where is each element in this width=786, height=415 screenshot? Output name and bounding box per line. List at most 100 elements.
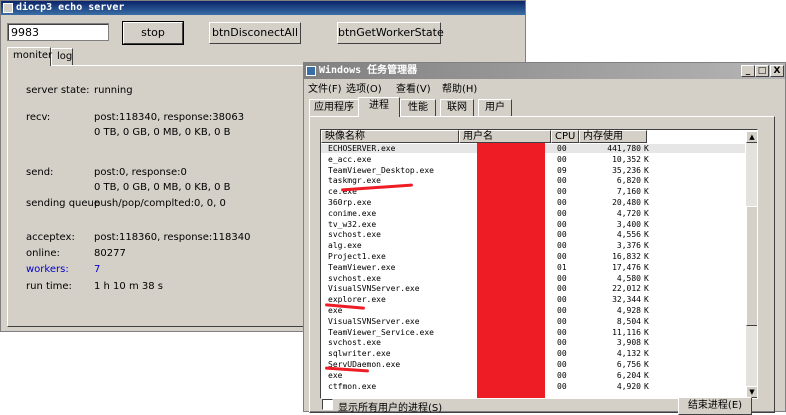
tab-networking[interactable]: 联网	[440, 99, 474, 116]
process-memory-unit: K	[644, 165, 649, 175]
menu-help[interactable]: 帮助(H)	[442, 80, 477, 95]
recv-label: recv:	[26, 112, 51, 123]
process-name: VisualSVNServer.exe	[328, 284, 420, 294]
process-memory-unit: K	[644, 230, 649, 240]
app-icon	[3, 3, 13, 13]
process-name: svchost.exe	[328, 230, 381, 240]
sending-queue-value: push/pop/complted:0, 0, 0	[94, 198, 226, 209]
tab-moniter[interactable]: moniter	[7, 47, 52, 66]
process-name: TeamViewer.exe	[328, 262, 396, 272]
process-memory-unit: K	[644, 262, 649, 272]
process-name: alg.exe	[328, 241, 362, 251]
process-memory: 4,580	[616, 273, 641, 283]
send-bytes: 0 TB, 0 GB, 0 MB, 0 KB, 0 B	[94, 182, 231, 193]
scroll-up-icon[interactable]: ▲	[746, 131, 757, 143]
process-name: exe	[328, 370, 343, 380]
process-memory-unit: K	[644, 338, 649, 348]
port-input[interactable]	[7, 23, 109, 41]
process-name: sqlwriter.exe	[328, 349, 391, 359]
process-cpu: 00	[557, 208, 567, 218]
process-memory: 3,376	[616, 241, 641, 251]
tab-log[interactable]: log	[51, 48, 73, 65]
process-memory: 17,476	[612, 262, 641, 272]
process-memory: 35,236	[612, 165, 641, 175]
process-list[interactable]: 映像名称 用户名 CPU 内存使用 ECHOSERVER.exe 00 441,78…	[320, 129, 758, 399]
process-cpu: 00	[557, 306, 567, 315]
process-name: svchost.exe	[328, 273, 381, 283]
process-memory-unit: K	[644, 187, 649, 197]
process-memory: 4,928	[616, 306, 641, 315]
process-memory-unit: K	[644, 198, 649, 207]
column-header-image-name[interactable]: 映像名称	[321, 130, 459, 143]
end-process-button[interactable]: 结束进程(E)	[678, 397, 752, 415]
tab-performance[interactable]: 性能	[400, 99, 436, 116]
process-cpu: 00	[557, 349, 567, 359]
task-manager-titlebar[interactable]: Windows 任务管理器 _ □ X	[304, 63, 785, 79]
stop-button[interactable]: stop	[122, 21, 184, 45]
disconnect-all-button[interactable]: btnDisconectAll	[209, 22, 301, 44]
process-name: taskmgr.exe	[328, 176, 381, 186]
process-memory-unit: K	[644, 370, 649, 380]
column-header-memory[interactable]: 内存使用	[579, 130, 647, 143]
maximize-icon[interactable]: □	[755, 65, 769, 77]
process-cpu: 00	[557, 284, 567, 294]
server-state-label: server state:	[26, 85, 90, 96]
process-memory: 4,556	[616, 230, 641, 240]
process-memory: 3,908	[616, 338, 641, 348]
process-cpu: 00	[557, 241, 567, 251]
process-cpu: 00	[557, 176, 567, 186]
show-all-users-checkbox[interactable]	[322, 399, 333, 410]
process-memory-unit: K	[644, 273, 649, 283]
process-memory: 32,344	[612, 295, 641, 305]
menu-options[interactable]: 选项(O)	[346, 80, 382, 95]
scroll-thumb[interactable]	[746, 206, 757, 326]
process-name: Project1.exe	[328, 252, 386, 261]
process-memory-unit: K	[644, 176, 649, 186]
menu-file[interactable]: 文件(F)	[308, 80, 342, 95]
process-memory-unit: K	[644, 295, 649, 305]
get-worker-state-button[interactable]: btnGetWorkerState	[337, 22, 444, 44]
process-memory: 441,780	[607, 144, 641, 153]
process-name: conime.exe	[328, 208, 377, 218]
workers-value: 7	[94, 264, 101, 275]
user-column-redaction	[477, 143, 545, 398]
process-memory-unit: K	[644, 349, 649, 359]
acceptex-value: post:118360, response:118340	[94, 232, 251, 243]
process-memory: 20,480	[612, 198, 641, 207]
process-memory-unit: K	[644, 381, 649, 391]
process-memory: 3,400	[616, 219, 641, 229]
task-manager-window: Windows 任务管理器 _ □ X 文件(F) 选项(O) 查看(V) 帮助…	[303, 62, 786, 415]
process-memory: 11,116	[612, 327, 641, 337]
process-memory: 6,756	[616, 360, 641, 369]
process-memory-unit: K	[644, 241, 649, 251]
process-list-scrollbar[interactable]: ▲ ▼	[746, 131, 757, 398]
process-name: TeamViewer_Desktop.exe	[328, 165, 434, 175]
workers-label[interactable]: workers:	[26, 264, 69, 275]
process-memory-unit: K	[644, 144, 649, 153]
process-name: tv_w32.exe	[328, 219, 377, 229]
close-icon[interactable]: X	[770, 65, 784, 77]
process-memory: 4,132	[616, 349, 641, 359]
process-memory: 7,160	[616, 187, 641, 197]
echo-server-titlebar[interactable]: diocp3 echo server	[1, 1, 525, 15]
process-cpu: 00	[557, 252, 567, 261]
column-header-cpu[interactable]: CPU	[551, 130, 579, 143]
process-cpu: 00	[557, 219, 567, 229]
process-cpu: 00	[557, 295, 567, 305]
process-cpu: 00	[557, 144, 567, 153]
process-name: VisualSVNServer.exe	[328, 316, 420, 326]
process-name: TeamViewer_Service.exe	[328, 327, 434, 337]
tab-users[interactable]: 用户	[478, 99, 512, 116]
tab-processes[interactable]: 进程	[358, 97, 400, 117]
process-name: ECHOSERVER.exe	[328, 144, 396, 153]
column-header-user-name[interactable]: 用户名	[459, 130, 551, 143]
tab-applications[interactable]: 应用程序	[309, 99, 359, 116]
process-cpu: 00	[557, 381, 567, 391]
minimize-icon[interactable]: _	[741, 65, 755, 77]
process-memory: 4,920	[616, 381, 641, 391]
recv-bytes: 0 TB, 0 GB, 0 MB, 0 KB, 0 B	[94, 127, 231, 138]
menu-view[interactable]: 查看(V)	[396, 80, 431, 95]
process-memory-unit: K	[644, 360, 649, 369]
process-memory: 6,204	[616, 370, 641, 380]
process-cpu: 00	[557, 360, 567, 369]
